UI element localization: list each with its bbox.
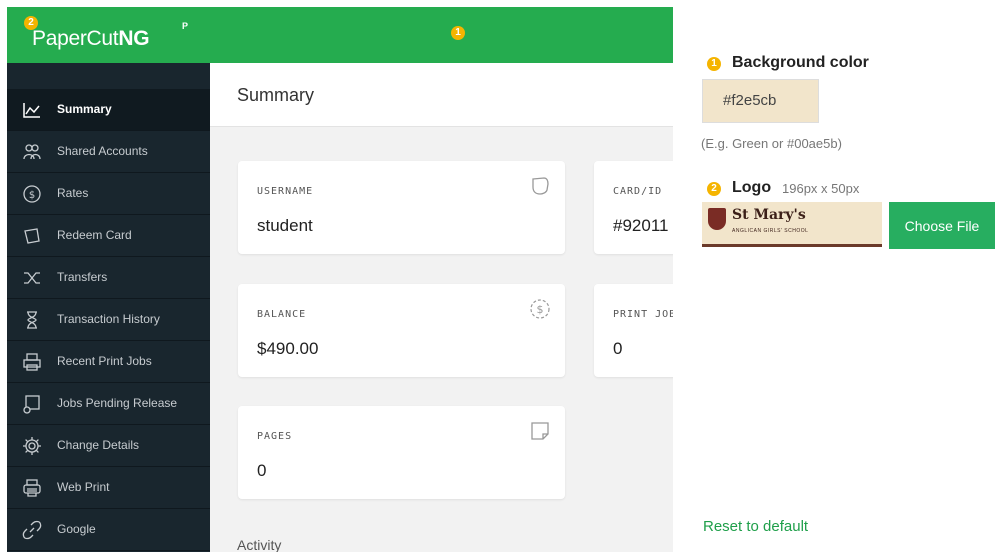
papercut-logo: PaperCutNG P bbox=[32, 21, 188, 51]
card-label: CARD/ID bbox=[613, 186, 663, 197]
logo-preview-text: St Mary's bbox=[732, 207, 806, 223]
main-content: Summary USERNAME student CARD/ID #92011 … bbox=[210, 63, 673, 552]
logo-size-hint: 196px x 50px bbox=[782, 181, 860, 196]
card-value: student bbox=[257, 216, 313, 235]
web-print-icon bbox=[23, 479, 41, 497]
theme-preview: PaperCutNG P 2 1 Summary Shared Accounts… bbox=[7, 7, 673, 552]
background-color-input[interactable]: #f2e5cb bbox=[702, 79, 819, 123]
sidebar-item-web-print[interactable]: Web Print bbox=[7, 467, 210, 509]
card-value: 0 bbox=[613, 339, 623, 358]
sidebar-item-summary[interactable]: Summary bbox=[7, 89, 210, 131]
logo-superscript: P bbox=[182, 21, 188, 31]
sidebar-item-label: Google bbox=[57, 522, 96, 536]
card-label: BALANCE bbox=[257, 309, 307, 320]
choose-file-button[interactable]: Choose File bbox=[889, 202, 995, 249]
card-value: #92011 bbox=[613, 216, 669, 235]
header-callout-badge: 1 bbox=[451, 26, 465, 40]
username-card: USERNAME student bbox=[238, 161, 565, 254]
dollar-circle-icon: $ bbox=[23, 185, 41, 203]
sidebar-item-google[interactable]: Google bbox=[7, 509, 210, 551]
card-label: USERNAME bbox=[257, 186, 314, 197]
sidebar-item-redeem-card[interactable]: Redeem Card bbox=[7, 215, 210, 257]
sidebar-item-shared-accounts[interactable]: Shared Accounts bbox=[7, 131, 210, 173]
tag-icon bbox=[532, 177, 549, 195]
sidebar-item-label: Redeem Card bbox=[57, 228, 132, 242]
sidebar-item-change-details[interactable]: Change Details bbox=[7, 425, 210, 467]
link-icon bbox=[22, 520, 42, 540]
logo-label: Logo bbox=[732, 179, 772, 196]
pages-card: PAGES 0 bbox=[238, 406, 565, 499]
sidebar-item-label: Shared Accounts bbox=[57, 144, 148, 158]
activity-heading: Activity bbox=[237, 537, 282, 552]
sidebar-item-label: Jobs Pending Release bbox=[57, 396, 178, 410]
users-icon bbox=[23, 144, 41, 160]
logo-preview-subtext: ANGLICAN GIRLS' SCHOOL bbox=[732, 228, 809, 234]
card-value: $490.00 bbox=[257, 339, 319, 358]
sidebar-item-label: Summary bbox=[57, 102, 112, 116]
page-icon bbox=[531, 422, 549, 440]
printer-icon bbox=[23, 353, 41, 371]
logo-brand: PaperCut bbox=[32, 27, 119, 50]
background-color-hint: (E.g. Green or #00ae5b) bbox=[701, 136, 842, 151]
sidebar-item-label: Transfers bbox=[57, 270, 108, 284]
logo-callout-badge: 2 bbox=[24, 16, 38, 30]
logo-setting-badge: 2 bbox=[707, 182, 721, 196]
sidebar-item-transfers[interactable]: Transfers bbox=[7, 257, 210, 299]
card-id-card: CARD/ID #92011 bbox=[594, 161, 673, 254]
sidebar-item-transaction-history[interactable]: Transaction History bbox=[7, 299, 210, 341]
print-queue-icon bbox=[23, 395, 40, 414]
dollar-circle-icon: $ bbox=[530, 299, 550, 319]
header-bar: PaperCutNG P 2 1 bbox=[7, 7, 673, 63]
reset-to-default-link[interactable]: Reset to default bbox=[703, 518, 808, 535]
card-tag-icon bbox=[24, 228, 40, 244]
school-crest-icon bbox=[708, 208, 726, 230]
page-title: Summary bbox=[237, 85, 315, 105]
sidebar-item-label: Recent Print Jobs bbox=[57, 354, 152, 368]
card-label: PRINT JOB bbox=[613, 309, 673, 320]
balance-card: BALANCE $490.00 $ bbox=[238, 284, 565, 377]
sidebar-item-jobs-pending-release[interactable]: Jobs Pending Release bbox=[7, 383, 210, 425]
sidebar-item-label: Change Details bbox=[57, 438, 140, 452]
sidebar: Summary Shared Accounts $ Rates Redeem C… bbox=[7, 63, 210, 552]
sidebar-item-rates[interactable]: $ Rates bbox=[7, 173, 210, 215]
hourglass-icon bbox=[27, 311, 37, 329]
card-label: PAGES bbox=[257, 431, 293, 442]
content-header: Summary bbox=[210, 63, 673, 127]
print-jobs-card: PRINT JOB 0 bbox=[594, 284, 673, 377]
background-color-value: #f2e5cb bbox=[723, 92, 777, 109]
card-value: 0 bbox=[257, 461, 267, 480]
shuffle-icon bbox=[24, 272, 40, 284]
sidebar-item-label: Web Print bbox=[57, 480, 110, 494]
chart-line-icon bbox=[23, 103, 40, 118]
sidebar-item-label: Rates bbox=[57, 186, 89, 200]
background-color-label: Background color bbox=[732, 54, 869, 71]
logo-suffix: NG bbox=[118, 27, 150, 50]
svg-text:$: $ bbox=[29, 190, 35, 201]
logo-preview: St Mary's ANGLICAN GIRLS' SCHOOL bbox=[702, 202, 882, 247]
sidebar-item-recent-print-jobs[interactable]: Recent Print Jobs bbox=[7, 341, 210, 383]
gear-icon bbox=[23, 437, 41, 455]
svg-text:$: $ bbox=[537, 303, 544, 316]
sidebar-item-label: Transaction History bbox=[57, 312, 160, 326]
background-callout-badge: 1 bbox=[707, 57, 721, 71]
